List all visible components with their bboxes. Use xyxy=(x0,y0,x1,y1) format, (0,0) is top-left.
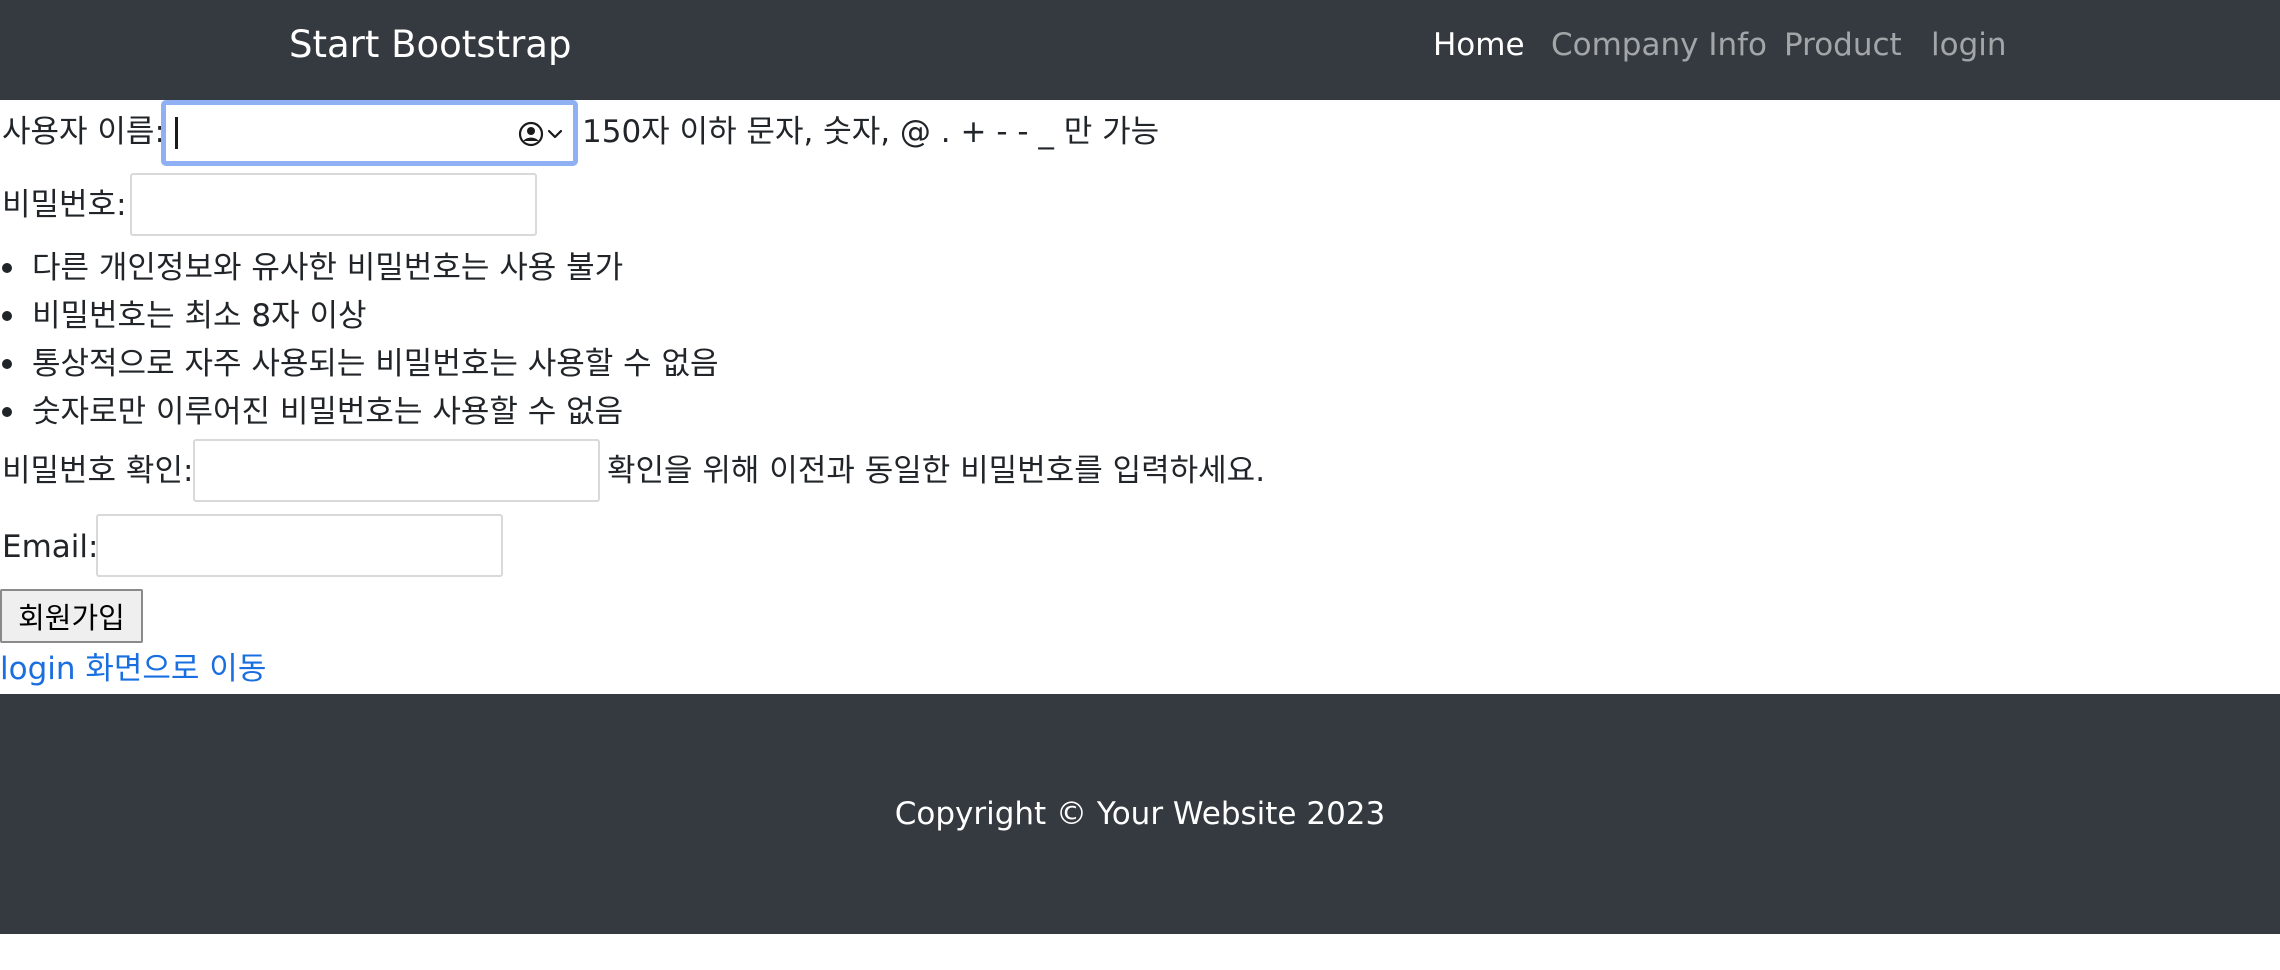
password-rule-text: 다른 개인정보와 유사한 비밀번호는 사용 불가 xyxy=(32,250,624,286)
copyright-text: Copyright © Your Website 2023 xyxy=(894,796,1386,832)
nav-link-product[interactable]: Product xyxy=(1784,25,1902,65)
autofill-button[interactable] xyxy=(518,121,563,147)
password-input[interactable] xyxy=(130,173,537,236)
login-page-link[interactable]: login 화면으로 이동 xyxy=(0,649,266,689)
signup-button[interactable]: 회원가입 xyxy=(0,589,143,643)
nav-link-company-info[interactable]: Company Info xyxy=(1551,25,1767,65)
chevron-down-icon xyxy=(547,129,563,139)
bullet-icon xyxy=(2,359,12,369)
password-rule-text: 숫자로만 이루어진 비밀번호는 사용할 수 없음 xyxy=(32,394,624,430)
navbar-brand[interactable]: Start Bootstrap xyxy=(289,22,571,68)
password-confirm-label: 비밀번호 확인: xyxy=(2,453,194,489)
top-navbar: Start Bootstrap Home Company Info Produc… xyxy=(0,0,2280,100)
list-item: 통상적으로 자주 사용되는 비밀번호는 사용할 수 없음 xyxy=(0,344,719,392)
username-help-text: 150자 이하 문자, 숫자, @ . + - - _ 만 가능 xyxy=(582,114,1160,150)
password-confirm-input[interactable] xyxy=(193,439,600,502)
email-input[interactable] xyxy=(96,514,503,577)
footer: Copyright © Your Website 2023 xyxy=(0,694,2280,934)
text-caret xyxy=(175,117,178,149)
bullet-icon xyxy=(2,263,12,273)
bullet-icon xyxy=(2,407,12,417)
username-input[interactable] xyxy=(161,100,578,166)
password-rule-text: 비밀번호는 최소 8자 이상 xyxy=(32,298,367,334)
password-rule-text: 통상적으로 자주 사용되는 비밀번호는 사용할 수 없음 xyxy=(32,346,719,382)
email-label: Email: xyxy=(2,529,99,565)
password-confirm-help-text: 확인을 위해 이전과 동일한 비밀번호를 입력하세요. xyxy=(607,453,1266,489)
username-label: 사용자 이름: xyxy=(2,114,165,150)
list-item: 다른 개인정보와 유사한 비밀번호는 사용 불가 xyxy=(0,248,719,296)
list-item: 숫자로만 이루어진 비밀번호는 사용할 수 없음 xyxy=(0,392,719,440)
nav-link-home[interactable]: Home xyxy=(1433,25,1525,65)
nav-link-login[interactable]: login xyxy=(1931,25,2007,65)
password-label: 비밀번호: xyxy=(2,187,127,223)
bullet-icon xyxy=(2,311,12,321)
password-rules-list: 다른 개인정보와 유사한 비밀번호는 사용 불가 비밀번호는 최소 8자 이상 … xyxy=(0,248,719,440)
list-item: 비밀번호는 최소 8자 이상 xyxy=(0,296,719,344)
person-circle-icon xyxy=(518,121,544,147)
